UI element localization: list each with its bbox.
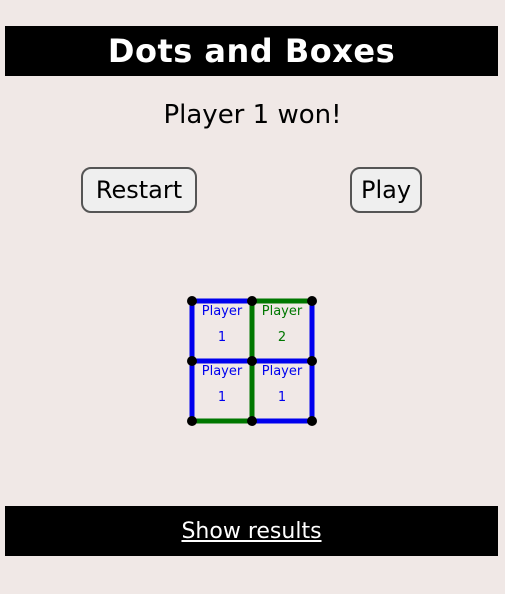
board-dot-2-0 [187,416,197,426]
box-owner-number: 1 [277,390,287,405]
game-board: Player 1 Player 2 Player 1 Player 1 [182,291,322,431]
footer-bar: Show results [5,506,498,556]
box-owner-label: Player [261,304,303,319]
restart-button[interactable]: Restart [81,167,197,213]
box-1-1: Player 1 [252,359,312,411]
box-0-0: Player 1 [192,299,252,351]
box-owner-label: Player [201,304,243,319]
game-status: Player 1 won! [163,100,342,130]
board-dot-2-1 [247,416,257,426]
show-results-link[interactable]: Show results [181,519,321,544]
board-dot-2-2 [307,416,317,426]
play-button[interactable]: Play [350,167,422,213]
box-1-0: Player 1 [192,359,252,411]
box-owner-label: Player [261,364,303,379]
box-owner-number: 2 [277,330,287,345]
box-owner-number: 1 [217,390,227,405]
box-0-1: Player 2 [252,299,312,351]
box-owner-number: 1 [217,330,227,345]
page-title: Dots and Boxes [5,26,498,76]
box-owner-label: Player [201,364,243,379]
